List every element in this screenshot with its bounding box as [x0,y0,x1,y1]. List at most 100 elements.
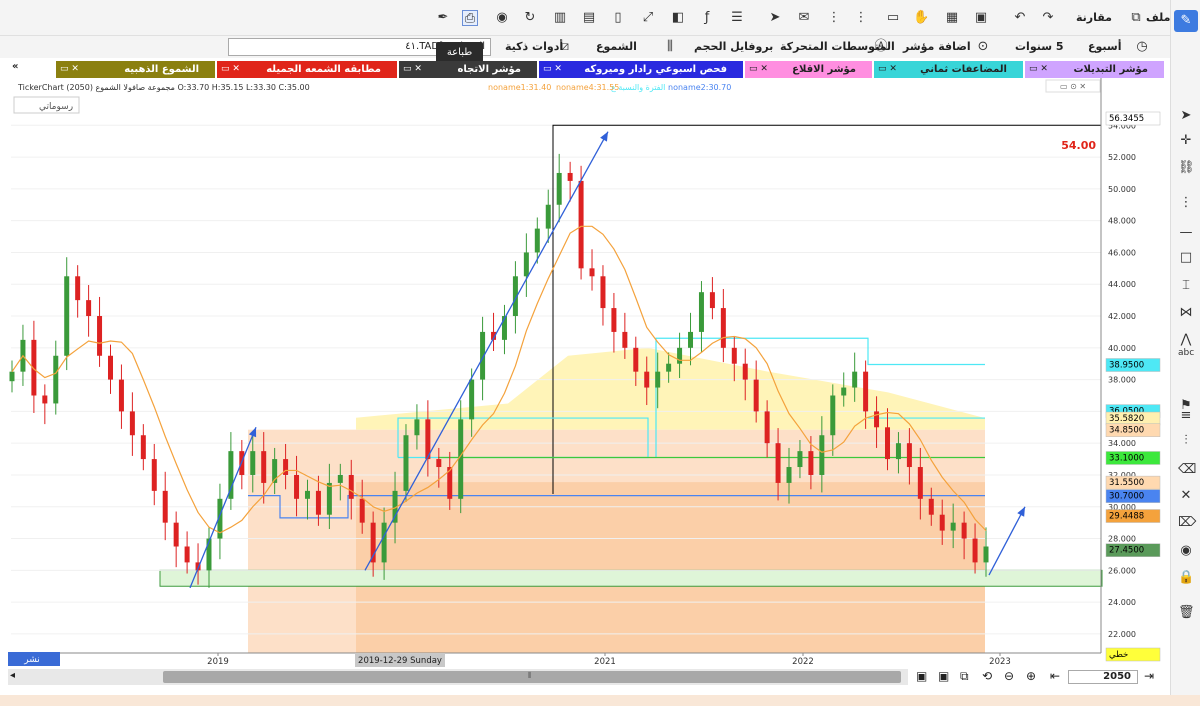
tab-5[interactable]: ✕ ▭ مطابقه الشمعه الجميله [217,61,397,78]
candle-body[interactable] [261,451,267,483]
candle-body[interactable] [633,347,639,372]
fib-icon[interactable]: ⋮ [1178,195,1194,211]
file-menu[interactable]: ملف [1146,11,1170,24]
compare-button[interactable]: مقارنة [1076,11,1112,24]
tab-close-icon[interactable]: ✕ ▭ [878,61,897,78]
tab-close-icon[interactable]: ✕ ▭ [749,61,768,78]
magnet-icon[interactable]: ✕ [1178,488,1194,504]
candle-body[interactable] [567,172,573,181]
tab-close-icon[interactable]: ✕ ▭ [60,61,79,78]
candle-body[interactable] [874,411,880,428]
tab-close-icon[interactable]: ✕ ▭ [403,61,422,78]
week-button[interactable]: أسبوع [1088,40,1122,53]
candle-body[interactable] [819,435,825,475]
candle-body[interactable] [895,443,901,460]
candle-body[interactable] [86,300,92,317]
refresh-icon[interactable]: ↻ [522,10,538,26]
print-icon[interactable]: ⎙ [462,10,478,26]
candle-body[interactable] [403,435,409,491]
compare-icon[interactable]: ⧉ [1128,10,1144,26]
candle-body[interactable] [75,276,81,301]
zoom-out-icon[interactable]: ⊖ [1004,669,1014,683]
candle-body[interactable] [928,498,934,515]
candle-body[interactable] [162,490,168,523]
zoom-fit-icon[interactable]: ⤢ [640,10,656,26]
horizontal-scrollbar[interactable]: ◂ ⦀ [8,669,908,685]
candle-body[interactable] [698,292,704,332]
candle-body[interactable] [64,276,70,356]
redo-icon[interactable]: ↷ [1040,10,1056,26]
mail-icon[interactable]: ✉ [796,10,812,26]
arrow-cursor-icon[interactable]: ➤ [1178,108,1194,124]
candle-body[interactable] [786,467,792,483]
candle-body[interactable] [9,371,15,382]
grid-icon[interactable]: ▥ [552,10,568,26]
candle-body[interactable] [808,451,814,475]
zoom-window-icon[interactable]: ⧉ [960,669,969,684]
layout-a-icon[interactable]: ▣ [916,669,927,683]
page-number-field[interactable]: 2050 [1068,670,1138,684]
candle-body[interactable] [304,490,310,499]
camera-icon[interactable]: ◉ [494,10,510,26]
candle-body[interactable] [841,387,847,396]
candle-body[interactable] [830,395,836,436]
candle-body[interactable] [906,443,912,468]
candle-body[interactable] [42,395,48,404]
candle-body[interactable] [140,435,146,460]
zoom-reset-icon[interactable]: ⟲ [982,669,992,683]
zoom-in-icon[interactable]: ⊕ [1026,669,1036,683]
back-icon[interactable]: ⇤ [1050,669,1060,683]
line-icon[interactable]: — [1178,225,1194,241]
tab-4[interactable]: ✕ ▭ مؤشر الاتجاه [399,61,537,78]
alert-icon[interactable]: ⋮ [826,10,842,26]
lock-icon[interactable]: 🔒 [1178,570,1194,586]
ruler-icon[interactable]: ▭ [885,10,901,26]
collapse-tabs-icon[interactable]: « [12,61,18,72]
candles-button[interactable]: الشموع [596,40,637,53]
candle-body[interactable] [655,371,661,388]
candle-body[interactable] [611,308,617,332]
candle-body[interactable] [184,546,190,563]
brush-icon[interactable]: ✒ [435,10,451,26]
rectangle-icon[interactable]: □ [1178,250,1194,266]
candle-body[interactable] [600,276,606,309]
candle-body[interactable] [961,522,967,539]
candle-body[interactable] [523,252,529,277]
candle-body[interactable] [534,228,540,253]
chart-svg[interactable]: 22.00024.00026.00028.00030.00032.00034.0… [8,78,1164,668]
tab-close-icon[interactable]: ✕ ▭ [1029,61,1048,78]
candle-body[interactable] [97,316,103,356]
tab-close-icon[interactable]: ✕ ▭ [221,61,240,78]
book-icon[interactable]: ▯ [610,10,626,26]
function-icon[interactable]: ƒ [699,10,715,26]
scroll-left-icon[interactable]: ◂ [10,670,15,681]
eye-icon[interactable]: ◉ [1178,543,1194,559]
forward-icon[interactable]: ⇥ [1144,669,1154,683]
eraser-icon[interactable]: ⌦ [1178,515,1196,531]
candle-body[interactable] [885,427,891,460]
tab-6[interactable]: ✕ ▭ الشموع الذهبيه [56,61,215,78]
volume-profile-button[interactable]: بروفايل الحجم [694,40,773,53]
candle-body[interactable] [173,522,179,547]
candle-body[interactable] [622,331,628,348]
candle-body[interactable] [589,268,595,277]
hand-icon[interactable]: ✋ [913,10,929,26]
undo-icon[interactable]: ↶ [1012,10,1028,26]
template-icon[interactable]: ▣ [973,10,989,26]
link-icon[interactable]: ⛓ [1178,160,1195,176]
candle-body[interactable] [917,467,923,499]
candle-body[interactable] [775,443,781,483]
candle-body[interactable] [972,538,978,563]
candle-body[interactable] [852,371,858,388]
pattern-icon[interactable]: ⋈ [1178,305,1194,321]
candle-body[interactable] [731,347,737,364]
candle-body[interactable] [315,490,321,515]
candle-body[interactable] [753,379,759,412]
candle-body[interactable] [381,522,387,563]
smart-tools-button[interactable]: أدوات ذكية [505,40,563,53]
candle-body[interactable] [326,482,332,515]
candle-body[interactable] [545,204,551,229]
alert-list-icon[interactable]: ⋮ [853,10,869,26]
candle-body[interactable] [644,371,650,388]
candle-body[interactable] [250,451,256,475]
